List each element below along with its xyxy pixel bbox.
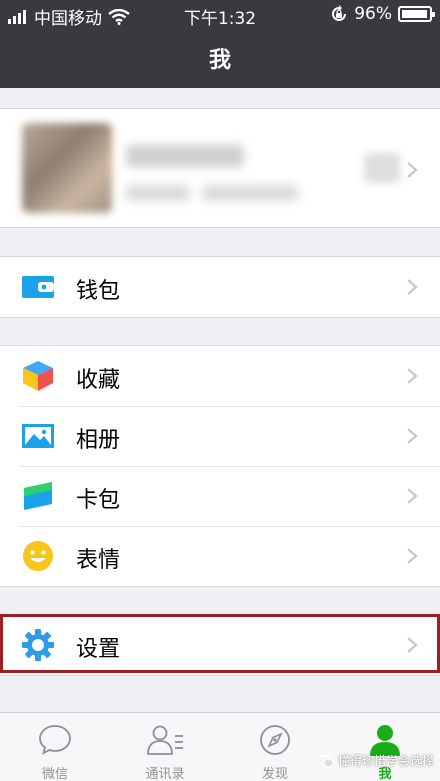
- profile-name-blurred: [126, 145, 244, 167]
- menu-item-cards[interactable]: 卡包: [0, 466, 440, 526]
- gear-icon: [22, 629, 54, 661]
- profile-id-label-blurred: [126, 185, 190, 201]
- menu-label-settings: 设置: [76, 637, 121, 662]
- menu-item-stickers[interactable]: 表情: [0, 526, 440, 586]
- chevron-right-icon: [407, 488, 418, 504]
- tab-label-chats: 微信: [41, 767, 68, 781]
- smiley-face-icon: [23, 541, 53, 571]
- tab-contacts[interactable]: 通讯录: [110, 713, 220, 781]
- page-title: 我: [208, 48, 231, 73]
- status-time: 下午1:32: [183, 9, 257, 29]
- watermark: 懂得珍惜学会选择: [318, 752, 434, 769]
- battery-percent: 96%: [354, 4, 392, 24]
- status-bar: 中国移动 下午1:32 96%: [0, 0, 440, 30]
- avatar: [22, 123, 112, 213]
- bottom-tab-bar: 微信 通讯录 发现 我: [0, 712, 440, 781]
- chat-bubble-icon: [39, 725, 71, 755]
- tab-label-discover: 发现: [261, 767, 288, 781]
- battery-icon: [398, 6, 435, 22]
- menu-label-wallet: 钱包: [76, 279, 121, 304]
- menu-item-album[interactable]: 相册: [0, 406, 440, 466]
- chevron-right-icon: [407, 637, 418, 653]
- chevron-right-icon: [407, 279, 418, 295]
- menu-label-stickers: 表情: [76, 548, 121, 573]
- menu-item-settings[interactable]: 设置: [0, 615, 440, 675]
- menu-item-wallet[interactable]: 钱包: [0, 257, 440, 317]
- wallet-group: 钱包: [0, 256, 440, 318]
- tab-discover[interactable]: 发现: [220, 713, 330, 781]
- chevron-right-icon: [407, 368, 418, 384]
- menu-label-favorites: 收藏: [76, 368, 121, 393]
- menu-label-cards: 卡包: [76, 488, 121, 513]
- chevron-right-icon: [407, 548, 418, 564]
- profile-id-value-blurred: [202, 185, 298, 201]
- rotation-lock-icon: [332, 5, 347, 21]
- top-bar: 中国移动 下午1:32 96% 我: [0, 0, 440, 88]
- menu-item-favorites[interactable]: 收藏: [0, 346, 440, 406]
- tab-chats[interactable]: 微信: [0, 713, 110, 781]
- wallet-icon: [22, 276, 54, 298]
- compass-icon: [260, 725, 290, 755]
- card-pack-icon: [24, 482, 52, 510]
- settings-group: 设置: [0, 614, 440, 676]
- tab-label-contacts: 通讯录: [145, 767, 185, 781]
- profile-card[interactable]: [0, 108, 440, 228]
- album-picture-icon: [22, 424, 54, 448]
- menu-label-album: 相册: [76, 428, 121, 453]
- contacts-icon: [147, 725, 183, 755]
- favorites-cube-icon: [23, 361, 53, 391]
- wechat-logo-icon: [318, 754, 334, 767]
- watermark-text: 懂得珍惜学会选择: [338, 754, 435, 768]
- services-group: 收藏 相册 卡包 表情: [0, 345, 440, 587]
- qr-code-icon: [364, 153, 400, 183]
- chevron-right-icon: [407, 428, 418, 444]
- chevron-right-icon: [407, 162, 418, 178]
- tab-me[interactable]: 我: [330, 713, 440, 781]
